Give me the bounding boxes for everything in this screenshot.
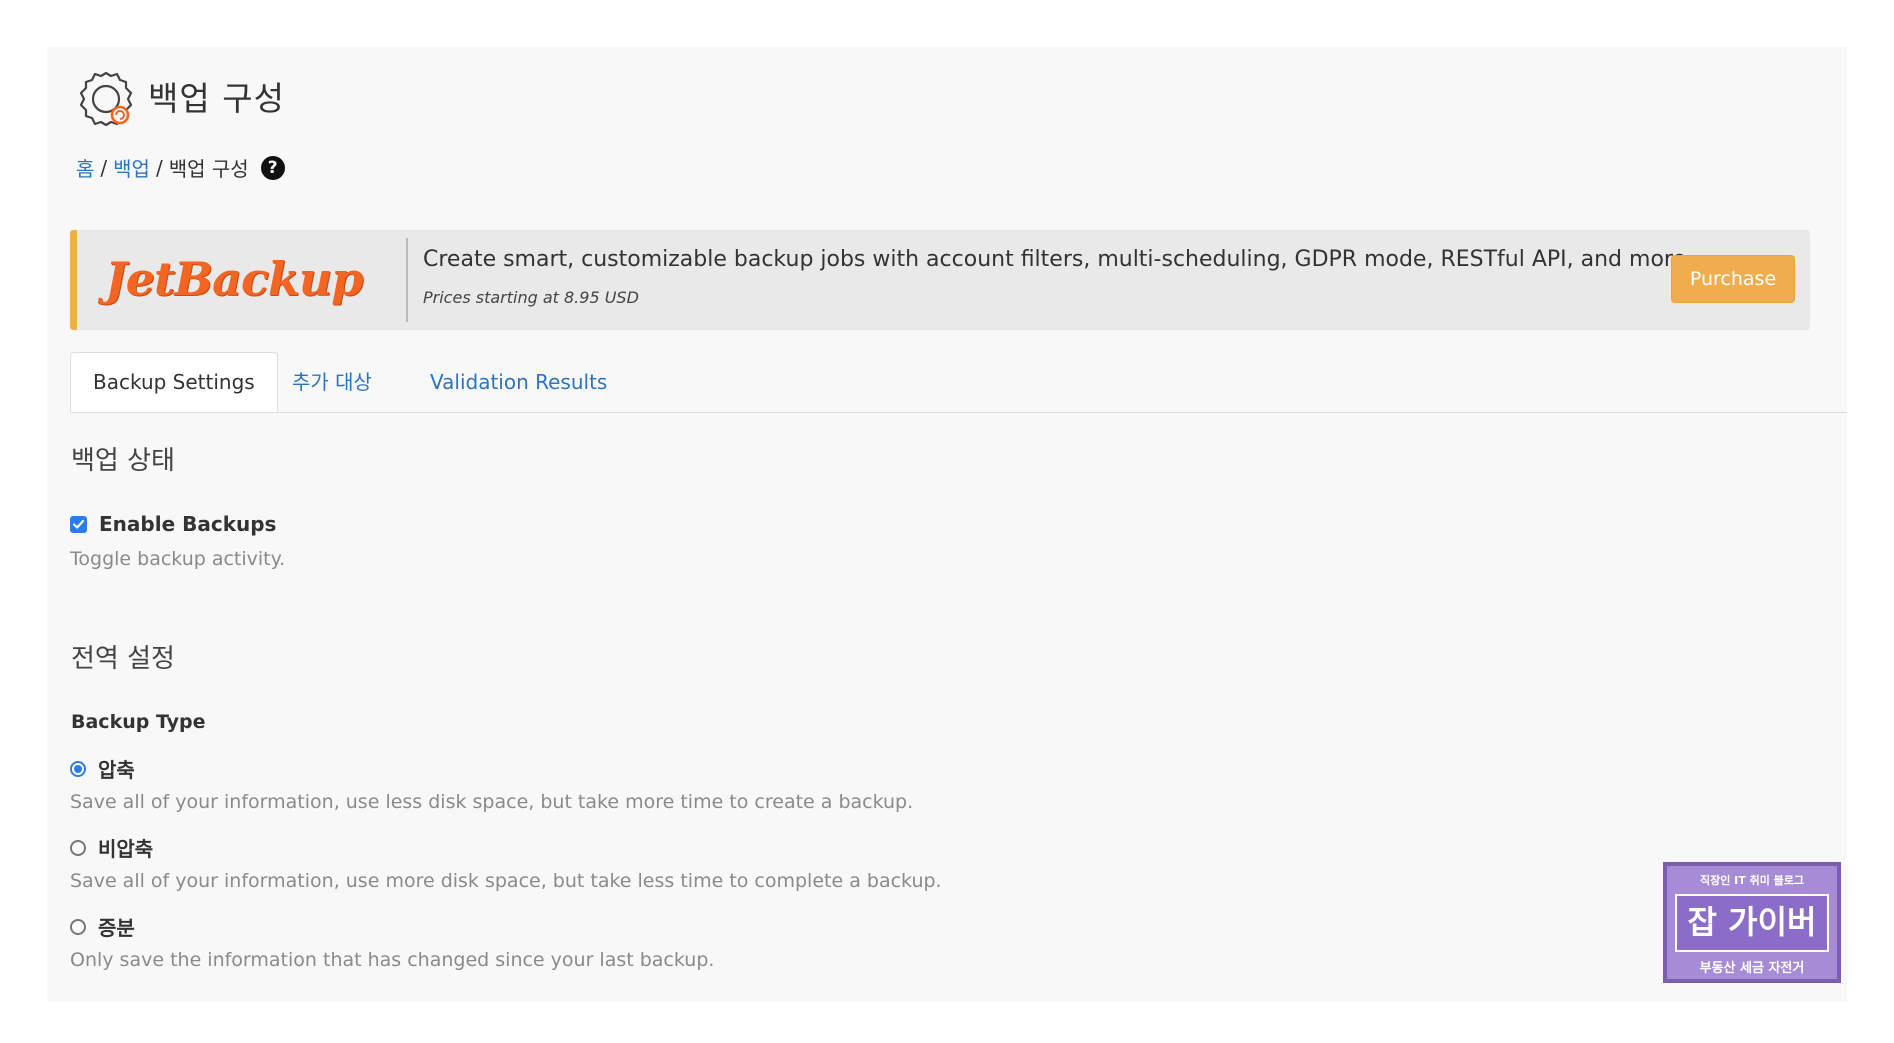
jetbackup-banner: JetBackup Create smart, customizable bac… bbox=[70, 230, 1810, 330]
backup-type-compressed-label: 압축 bbox=[98, 758, 135, 782]
backup-type-uncompressed-radio[interactable] bbox=[70, 839, 86, 856]
content-panel bbox=[47, 47, 1847, 1002]
tab-backup-settings[interactable]: Backup Settings bbox=[70, 352, 278, 412]
breadcrumb-current: 백업 구성 bbox=[168, 157, 249, 181]
breadcrumb-separator: / bbox=[100, 155, 108, 180]
watermark-bottom-text: 부동산 세금 자전거 bbox=[1699, 961, 1805, 976]
banner-divider bbox=[406, 238, 408, 322]
enable-backups-help: Toggle backup activity. bbox=[70, 548, 286, 570]
checkmark-icon bbox=[72, 519, 85, 529]
backup-type-compressed-help: Save all of your information, use less d… bbox=[70, 791, 914, 813]
backup-type-label: Backup Type bbox=[71, 711, 206, 733]
backup-status-heading: 백업 상태 bbox=[71, 446, 175, 476]
page-title: 백업 구성 bbox=[148, 79, 285, 118]
jetbackup-logo: JetBackup bbox=[105, 252, 363, 306]
tab-validation-results[interactable]: Validation Results bbox=[408, 352, 629, 412]
watermark-top-text: 직장인 IT 취미 블로그 bbox=[1699, 874, 1805, 887]
tab-bar: Backup Settings 추가 대상 Validation Results bbox=[70, 352, 1847, 413]
backup-type-uncompressed-label: 비압축 bbox=[98, 837, 154, 861]
watermark-main-text: 잡 가이버 bbox=[1675, 894, 1829, 952]
backup-type-incremental-help: Only save the information that has chang… bbox=[70, 949, 715, 971]
backup-type-compressed-row[interactable]: 압축 bbox=[70, 754, 135, 783]
backup-type-compressed-radio[interactable] bbox=[70, 760, 86, 777]
tab-additional-destinations[interactable]: 추가 대상 bbox=[270, 352, 394, 412]
enable-backups-row[interactable]: Enable Backups bbox=[70, 512, 276, 536]
breadcrumb-separator: / bbox=[155, 155, 163, 180]
backup-type-incremental-radio[interactable] bbox=[70, 918, 86, 935]
breadcrumb-backup-link[interactable]: 백업 bbox=[113, 153, 150, 182]
global-settings-heading: 전역 설정 bbox=[71, 644, 175, 674]
blog-watermark: 직장인 IT 취미 블로그 잡 가이버 부동산 세금 자전거 bbox=[1663, 862, 1841, 983]
enable-backups-checkbox[interactable] bbox=[70, 515, 87, 533]
backup-gear-icon bbox=[79, 71, 133, 127]
help-icon[interactable]: ? bbox=[260, 155, 285, 180]
enable-backups-label: Enable Backups bbox=[99, 512, 277, 536]
backup-type-incremental-label: 증분 bbox=[98, 916, 135, 940]
purchase-button[interactable]: Purchase bbox=[1671, 255, 1795, 303]
backup-type-uncompressed-row[interactable]: 비압축 bbox=[70, 833, 153, 862]
banner-headline: Create smart, customizable backup jobs w… bbox=[423, 247, 1693, 272]
breadcrumb-home-link[interactable]: 홈 bbox=[76, 153, 94, 182]
backup-type-incremental-row[interactable]: 증분 bbox=[70, 912, 135, 941]
backup-type-uncompressed-help: Save all of your information, use more d… bbox=[70, 870, 942, 892]
breadcrumb: 홈 / 백업 / 백업 구성 ? bbox=[76, 153, 285, 182]
banner-price: Prices starting at 8.95 USD bbox=[423, 288, 639, 307]
